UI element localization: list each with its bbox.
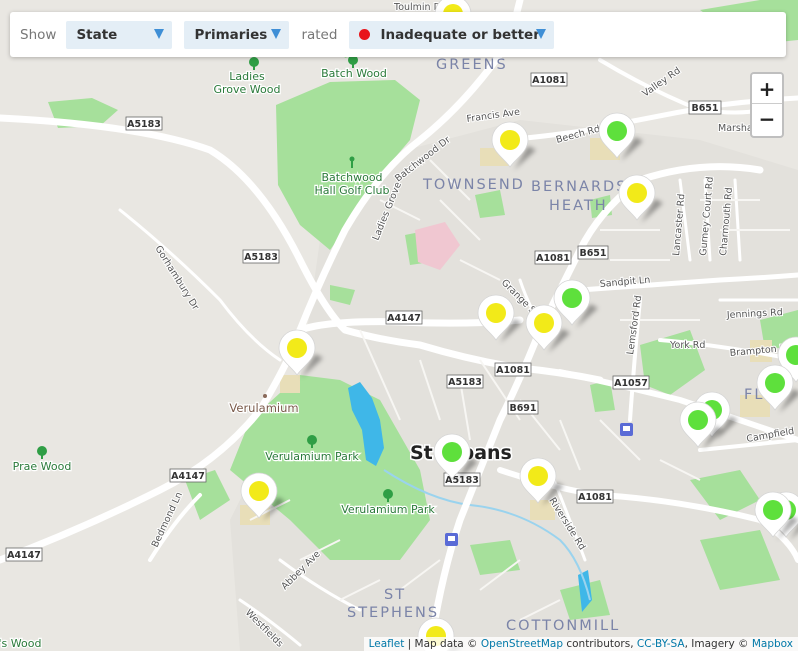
attrib-map-data: | Map data © bbox=[404, 638, 481, 650]
svg-text:A1081: A1081 bbox=[532, 75, 566, 86]
label-st: ST bbox=[384, 587, 406, 603]
sector-select-value: State bbox=[76, 26, 118, 43]
train-icon-south bbox=[445, 533, 458, 546]
marker-rating-dot bbox=[528, 466, 548, 486]
shield-a5183-center: A5183 bbox=[446, 374, 484, 389]
svg-text:A1081: A1081 bbox=[496, 365, 530, 376]
label-verulamium-park-1: Verulamium Park bbox=[265, 450, 359, 463]
shield-a4147-west: A4147 bbox=[169, 468, 207, 483]
filter-bar: Show State Primaries rated Inadequate or… bbox=[10, 12, 786, 57]
shield-a1081-mid: A1081 bbox=[534, 250, 572, 265]
label-golf-1: Batchwood bbox=[321, 171, 382, 184]
label-york: York Rd bbox=[669, 340, 705, 351]
marker-rating-dot bbox=[500, 130, 520, 150]
osm-link[interactable]: OpenStreetMap bbox=[481, 638, 563, 650]
marker-rating-dot bbox=[765, 373, 785, 393]
chevron-down-icon bbox=[271, 28, 282, 39]
label-cottonmill: COTTONMILL bbox=[506, 618, 620, 634]
shield-b651-mid: B651 bbox=[577, 245, 609, 260]
shield-a4147-mid: A4147 bbox=[385, 310, 423, 325]
chevron-down-icon bbox=[536, 28, 547, 39]
shield-a1081-south: A1081 bbox=[576, 489, 614, 504]
zoom-control: + − bbox=[750, 72, 784, 138]
shield-b691: B691 bbox=[507, 400, 539, 415]
shield-a1081-top: A1081 bbox=[530, 72, 568, 87]
leaflet-link[interactable]: Leaflet bbox=[369, 638, 405, 650]
label-batch-wood: Batch Wood bbox=[321, 67, 387, 80]
svg-text:B691: B691 bbox=[509, 403, 536, 414]
shield-a5183-left: A5183 bbox=[125, 116, 163, 131]
shield-a5183-mid: A5183 bbox=[242, 249, 280, 264]
mapbox-link[interactable]: Mapbox bbox=[752, 638, 793, 650]
zoom-out-button[interactable]: − bbox=[752, 104, 782, 134]
label-verulamium: Verulamium bbox=[229, 401, 298, 415]
chevron-down-icon bbox=[154, 28, 165, 39]
label-ladies-1: Ladies bbox=[229, 70, 265, 83]
shield-a4147-sw: A4147 bbox=[5, 547, 43, 562]
show-label: Show bbox=[20, 26, 57, 43]
marker-rating-dot bbox=[534, 313, 554, 333]
label-heath: HEATH bbox=[549, 198, 608, 214]
svg-text:B651: B651 bbox=[691, 103, 718, 114]
attrib-imagery: , Imagery © bbox=[684, 638, 752, 650]
rating-select[interactable]: Inadequate or better bbox=[349, 20, 555, 49]
marker-rating-dot bbox=[763, 500, 783, 520]
train-icon-east bbox=[620, 423, 633, 436]
label-golf-2: Hall Golf Club bbox=[315, 184, 390, 197]
label-bernards: BERNARDS bbox=[531, 179, 627, 195]
label-greens: GREENS bbox=[436, 57, 508, 73]
rated-label: rated bbox=[301, 26, 338, 43]
label-stephens: STEPHENS bbox=[347, 605, 439, 621]
svg-text:A4147: A4147 bbox=[171, 471, 205, 482]
rating-color-dot-icon bbox=[359, 29, 371, 40]
svg-text:A1057: A1057 bbox=[614, 378, 648, 389]
marker-rating-dot bbox=[562, 288, 582, 308]
svg-text:A4147: A4147 bbox=[7, 550, 41, 561]
phase-select-value: Primaries bbox=[194, 26, 268, 43]
svg-text:A1081: A1081 bbox=[536, 253, 570, 264]
svg-text:A5183: A5183 bbox=[448, 377, 482, 388]
marker-rating-dot bbox=[442, 442, 462, 462]
marker-rating-dot bbox=[486, 303, 506, 323]
marker-rating-dot bbox=[287, 338, 307, 358]
map-attribution: Leaflet | Map data © OpenStreetMap contr… bbox=[363, 637, 798, 651]
shield-b651-top: B651 bbox=[688, 100, 722, 115]
map[interactable]: A1081 B651 A5183 A5183 A1081 B651 A4147 … bbox=[0, 0, 798, 651]
marker-rating-dot bbox=[627, 183, 647, 203]
phase-select[interactable]: Primaries bbox=[184, 20, 290, 49]
attrib-contributors: contributors, bbox=[563, 638, 637, 650]
svg-text:A5183: A5183 bbox=[127, 119, 161, 130]
shield-a1081-center: A1081 bbox=[494, 362, 532, 377]
sector-select[interactable]: State bbox=[66, 20, 173, 49]
marker-rating-dot bbox=[249, 481, 269, 501]
green-mid-2 bbox=[475, 190, 505, 218]
shield-a1057: A1057 bbox=[612, 375, 650, 390]
svg-text:A1081: A1081 bbox=[578, 492, 612, 503]
label-prae-wood: Prae Wood bbox=[13, 460, 72, 473]
marker-rating-dot bbox=[607, 121, 627, 141]
label-s-wood: 's Wood bbox=[0, 637, 41, 650]
label-verulamium-park-2: Verulamium Park bbox=[341, 503, 435, 516]
license-link[interactable]: CC-BY-SA bbox=[637, 638, 685, 650]
verulamium-dot bbox=[263, 394, 267, 398]
svg-text:A4147: A4147 bbox=[387, 313, 421, 324]
zoom-in-button[interactable]: + bbox=[752, 74, 782, 104]
label-townsend: TOWNSEND bbox=[422, 177, 525, 193]
svg-text:A5183: A5183 bbox=[244, 252, 278, 263]
svg-text:B651: B651 bbox=[579, 248, 606, 259]
marker-rating-dot bbox=[688, 410, 708, 430]
rating-select-value: Inadequate or better bbox=[380, 26, 540, 43]
label-ladies-2: Grove Wood bbox=[214, 83, 281, 96]
